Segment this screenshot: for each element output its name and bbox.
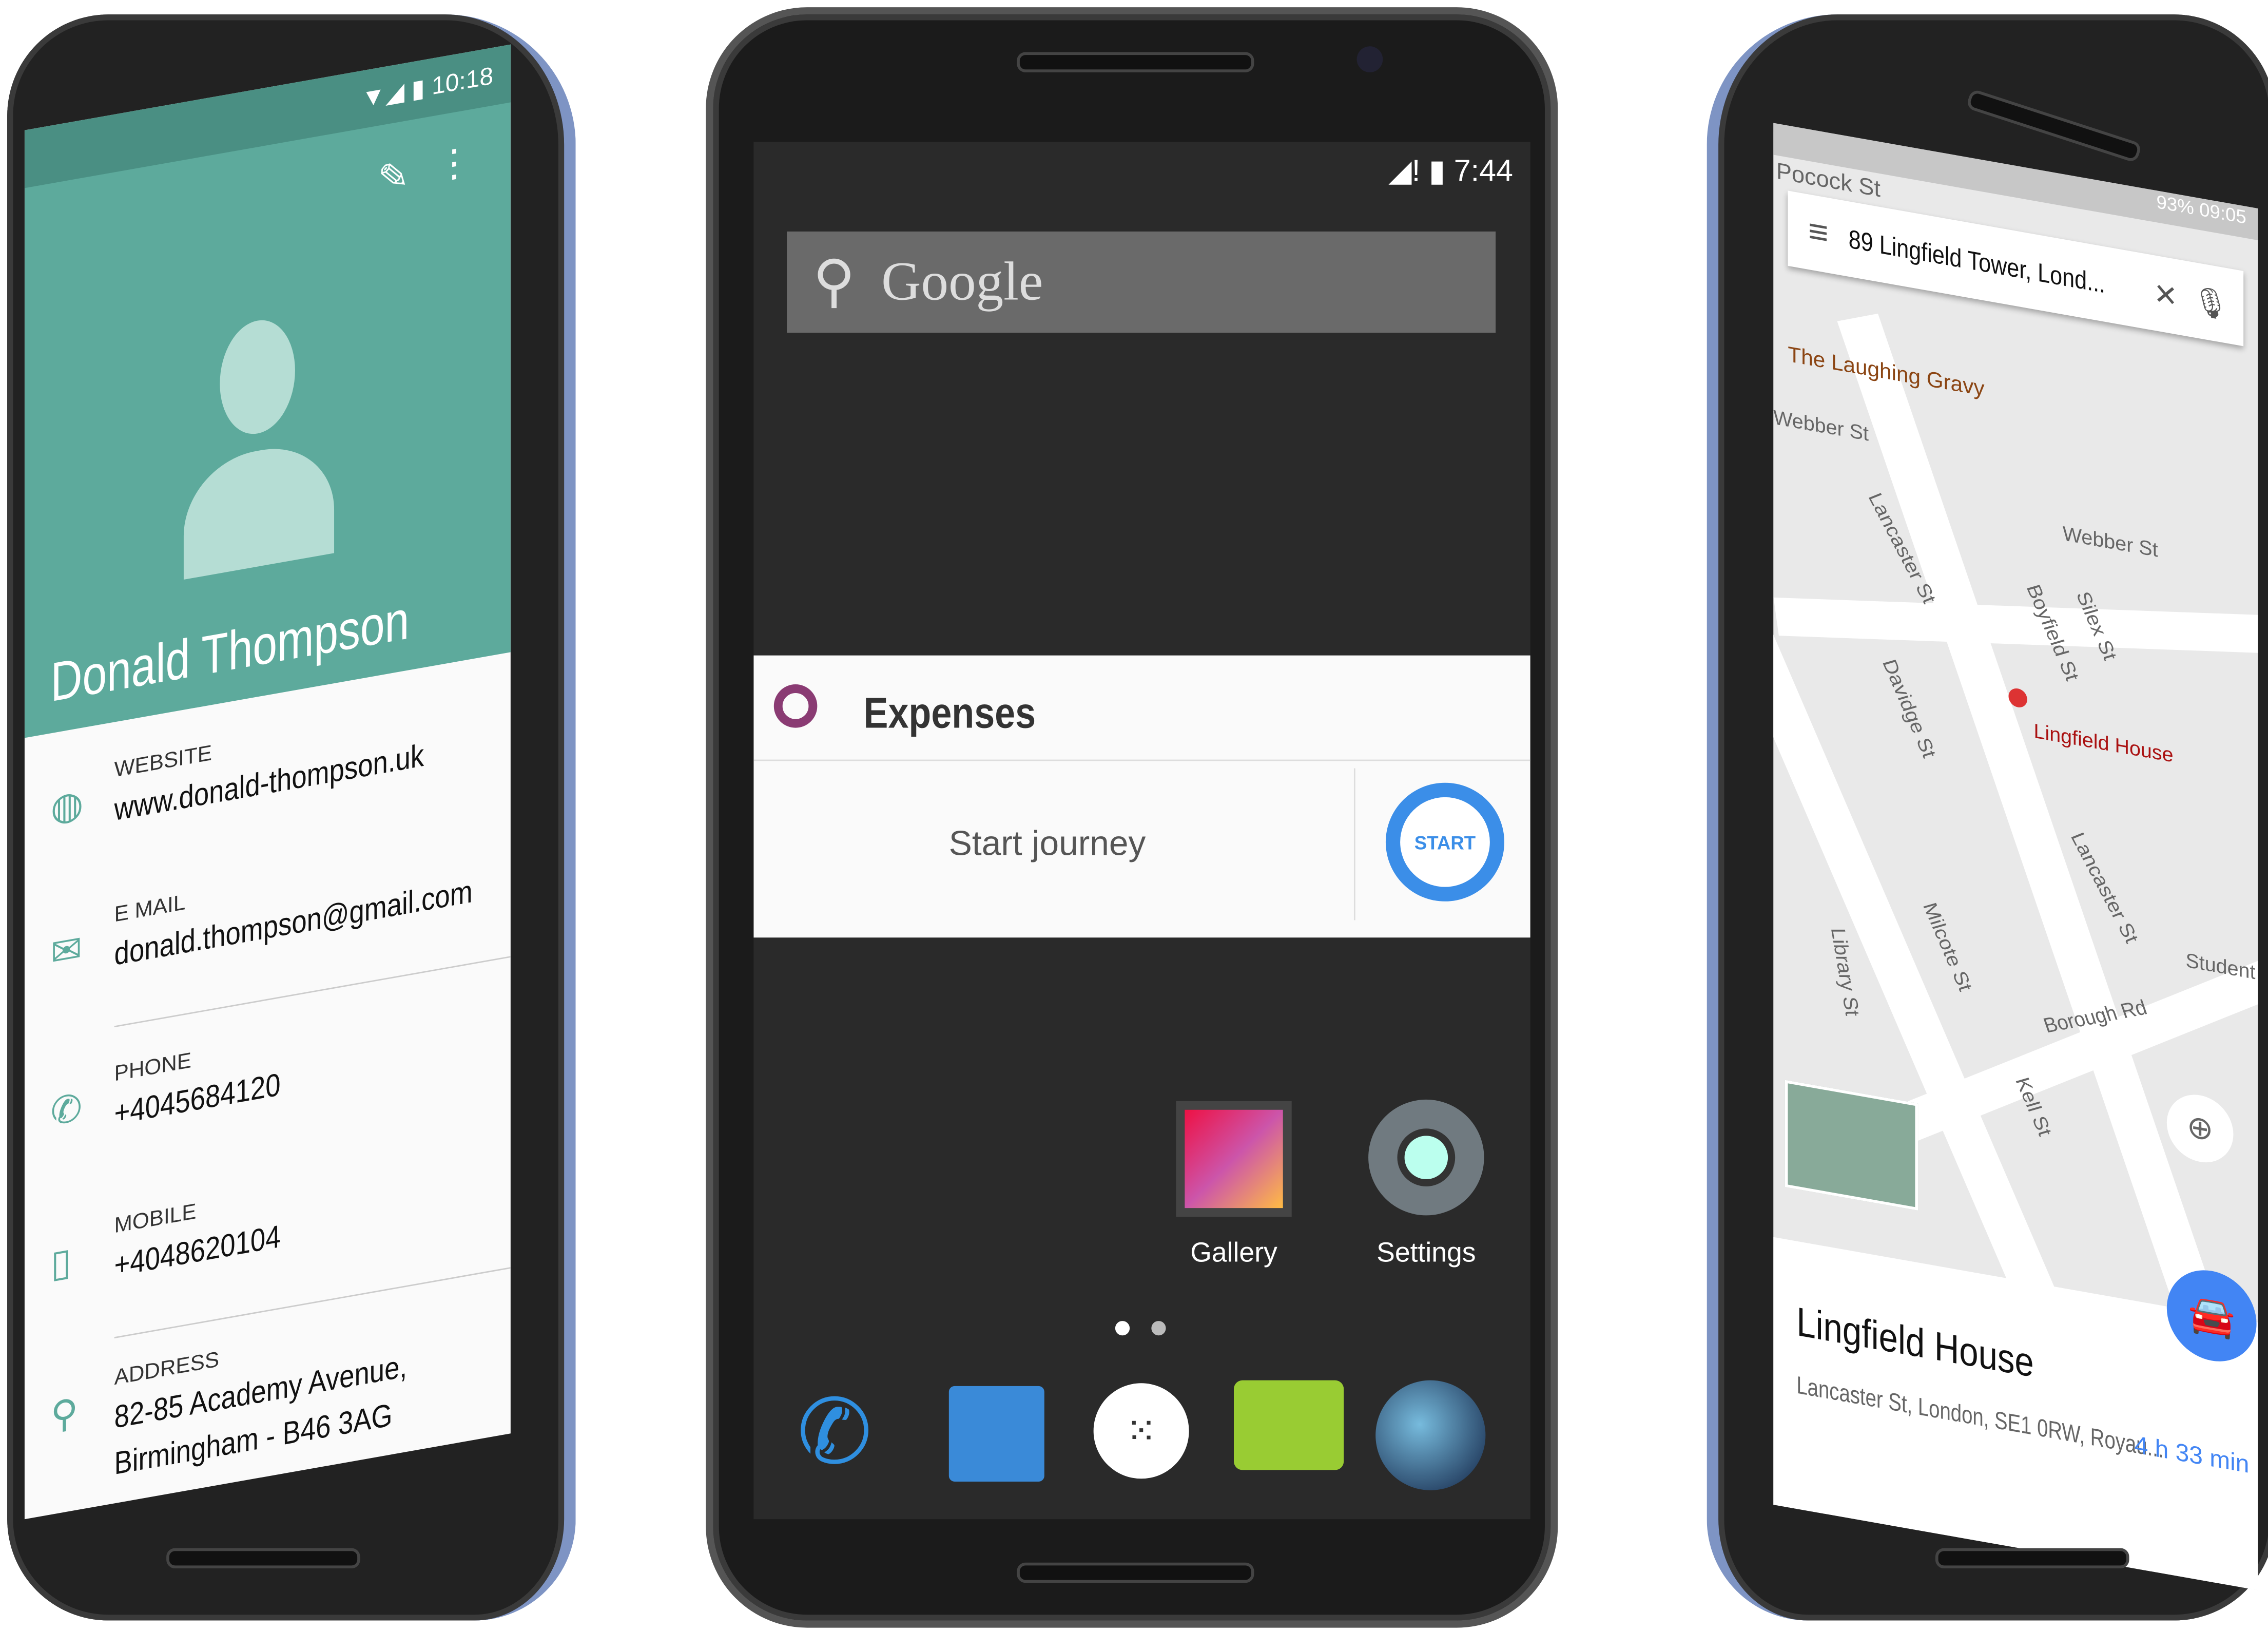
map-label: Webber St <box>2062 521 2158 562</box>
search-icon: ⚲ <box>812 250 856 314</box>
divider <box>114 956 511 1028</box>
avatar <box>183 305 343 580</box>
phone-icon[interactable]: ✆ <box>797 1379 872 1485</box>
speaker-grille <box>1017 1562 1254 1583</box>
status-time: 7:44 <box>1453 155 1513 188</box>
field-mobile[interactable]: MOBILE +4048620104 <box>114 1180 310 1285</box>
expenses-widget: Expenses Start journey START <box>753 655 1530 938</box>
status-time: 10:18 <box>432 62 494 101</box>
map-label: Webber St <box>1773 405 1869 445</box>
settings-label[interactable]: Settings <box>1354 1238 1499 1270</box>
search-input[interactable]: 89 Lingfield Tower, Lond... <box>1849 224 2108 300</box>
place-name: Lingfield House <box>1796 1299 2034 1386</box>
widget-title: Expenses <box>863 690 1036 738</box>
speaker-grille <box>1017 52 1254 72</box>
edit-icon[interactable]: ✎ <box>378 152 409 202</box>
contact-header: ▼◢ ▮ 10:18 ✎ ⋮ Donald Thompson <box>24 44 511 738</box>
start-button[interactable]: START <box>1385 782 1505 901</box>
google-search-bar[interactable]: ⚲ Google <box>787 231 1496 333</box>
expenses-logo-icon <box>773 684 818 728</box>
start-button-label: START <box>1400 797 1490 887</box>
signal-icon: ▼◢ ▮ <box>361 72 432 113</box>
location-pin-icon: ⚲ <box>50 1389 79 1438</box>
home-phone: ◢! ▮ 7:44 ⚲ Google Expenses Start journe… <box>706 7 1558 1628</box>
street-view-thumbnail[interactable] <box>1785 1080 1918 1211</box>
start-journey-text[interactable]: Start journey <box>949 824 1146 865</box>
status-time: 09:05 <box>2199 198 2246 228</box>
gallery-icon[interactable] <box>1176 1101 1292 1217</box>
contact-phone: ▼◢ ▮ 10:18 ✎ ⋮ Donald Thompson ◍ WEBSITE… <box>7 14 576 1621</box>
phone-icon: ✆ <box>50 1085 83 1135</box>
my-location-icon[interactable]: ⊕ <box>2166 1089 2234 1168</box>
settings-gear-icon[interactable] <box>1368 1099 1484 1216</box>
home-screen: ◢! ▮ 7:44 ⚲ Google Expenses Start journe… <box>753 142 1530 1520</box>
gallery-label[interactable]: Gallery <box>1161 1238 1306 1270</box>
browser-icon[interactable] <box>1375 1380 1486 1490</box>
more-options-icon[interactable]: ⋮ <box>435 138 473 189</box>
status-bar: ◢! ▮ 7:44 <box>1388 153 1513 189</box>
map-label: Milcote St <box>1918 900 1978 993</box>
contact-name: Donald Thompson <box>50 590 410 715</box>
field-website[interactable]: WEBSITE www.donald-thompson.uk <box>114 694 479 829</box>
field-phone[interactable]: PHONE +4045684120 <box>114 1028 310 1133</box>
contacts-icon[interactable] <box>948 1386 1044 1482</box>
microphone-icon[interactable]: 🎙 <box>2192 281 2229 324</box>
maps-screen: 93% 09:05 Pocock St ≡ 89 Lingfield Tower… <box>1773 123 2258 1590</box>
globe-icon: ◍ <box>50 781 84 831</box>
stage: ▼◢ ▮ 10:18 ✎ ⋮ Donald Thompson ◍ WEBSITE… <box>0 0 2268 1630</box>
travel-time: 4 h 33 min <box>2134 1431 2250 1479</box>
mobile-icon: ▯ <box>50 1239 71 1286</box>
field-email[interactable]: E MAIL donald.thompson@gmail.com <box>114 829 511 974</box>
map-label-destination[interactable]: Lingfield House <box>2034 719 2174 766</box>
map-label: Davidge St <box>1878 657 1942 760</box>
divider <box>753 759 1530 761</box>
clear-icon[interactable]: ✕ <box>2154 275 2178 315</box>
camera <box>1356 46 1383 72</box>
map-label: Library St <box>1827 928 1865 1016</box>
page-indicator-active <box>1115 1321 1130 1336</box>
messaging-icon[interactable] <box>1234 1380 1344 1470</box>
page-indicator <box>1151 1321 1166 1336</box>
search-label: Google <box>881 252 1043 313</box>
divider <box>1353 768 1355 920</box>
contact-screen: ▼◢ ▮ 10:18 ✎ ⋮ Donald Thompson ◍ WEBSITE… <box>24 44 511 1520</box>
speaker-grille <box>1935 1548 2129 1569</box>
speaker-grille <box>1965 88 2143 163</box>
signal-battery-icon: ◢! ▮ <box>1388 155 1454 188</box>
status-battery: 93% <box>2156 190 2194 219</box>
maps-phone: 93% 09:05 Pocock St ≡ 89 Lingfield Tower… <box>1707 14 2268 1621</box>
menu-icon[interactable]: ≡ <box>1808 212 1829 256</box>
email-icon: ✉ <box>50 926 83 975</box>
place-address: Lancaster St, London, SE1 0RW, Royau... <box>1796 1371 2164 1464</box>
app-drawer-icon[interactable]: ⁙ <box>1093 1383 1189 1479</box>
location-pin-icon[interactable]: ● <box>2005 670 2031 724</box>
speaker-grille <box>166 1548 360 1569</box>
field-address[interactable]: ADDRESS 82-85 Academy Avenue, Birmingham -… <box>114 1305 459 1483</box>
